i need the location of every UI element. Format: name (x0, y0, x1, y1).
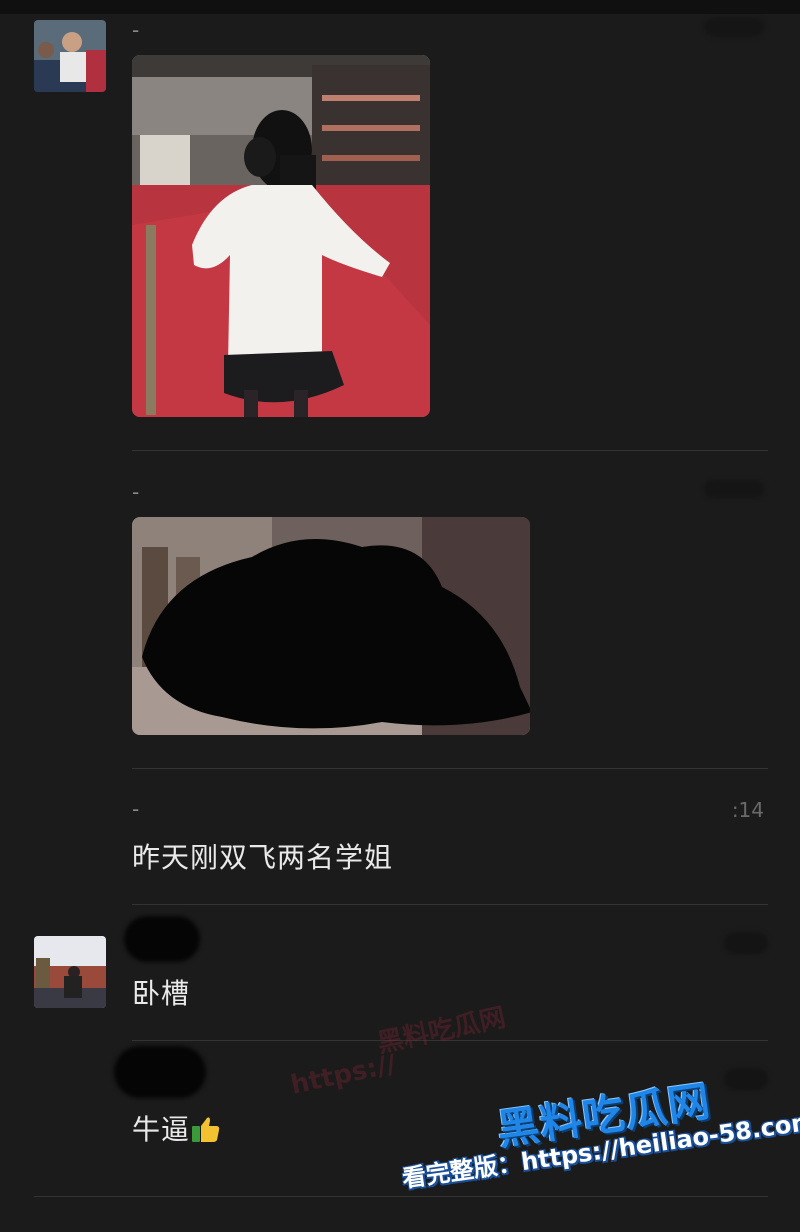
time-redacted (724, 932, 768, 954)
message-text-content: 牛逼 (132, 1113, 191, 1146)
message-time: :14 (731, 798, 764, 822)
message-divider (34, 1196, 768, 1197)
thumbs-up-icon (192, 1116, 220, 1142)
sender-name: - (132, 18, 140, 42)
message-divider (132, 768, 768, 769)
message-divider (132, 450, 768, 451)
time-redacted (724, 1068, 768, 1090)
top-bar (0, 0, 800, 14)
photo-girl-in-mall (132, 55, 430, 417)
faint-watermark: 黑料吃瓜网 (374, 1002, 509, 1060)
message-time (704, 480, 764, 500)
faint-watermark: https:// (288, 1049, 399, 1101)
message-text: 昨天刚双飞两名学姐 (132, 841, 394, 874)
message-divider (132, 904, 768, 905)
sender-name: - (132, 797, 140, 821)
message-photo[interactable] (132, 517, 530, 735)
avatar[interactable] (34, 20, 106, 92)
message-text: 牛逼 (132, 1108, 220, 1148)
chat-page: - - -:14 昨天刚双飞两名学姐 卧槽 牛逼 黑料吃瓜网 https://… (0, 0, 800, 1232)
photo-dark-room (132, 517, 530, 735)
avatar[interactable] (34, 936, 106, 1008)
message-text: 卧槽 (132, 977, 191, 1010)
message-time (704, 18, 764, 38)
sender-name-redacted (114, 1046, 206, 1098)
message-photo[interactable] (132, 55, 430, 417)
sender-name-redacted (124, 916, 200, 962)
sender-name: - (132, 480, 140, 504)
